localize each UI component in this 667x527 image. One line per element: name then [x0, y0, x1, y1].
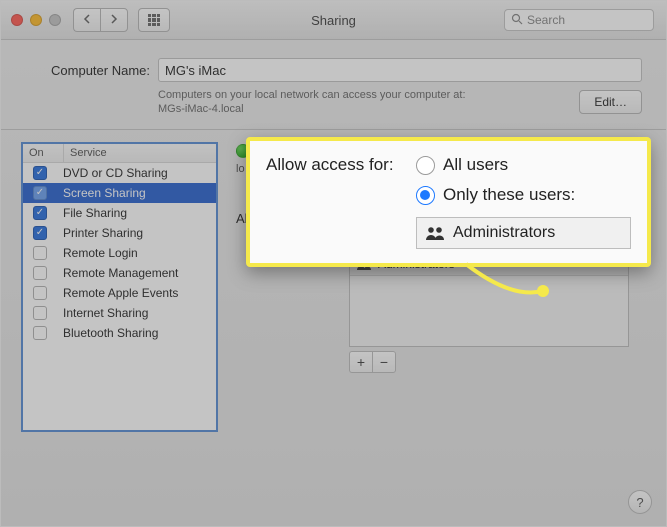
nav-back-forward: [73, 8, 128, 32]
column-on-header: On: [23, 144, 64, 162]
services-table[interactable]: On Service ✓ DVD or CD Sharing ✓ Screen Sha…: [21, 142, 218, 432]
sharing-prefpane-window: Sharing Search Computer Name: MG's iMac …: [0, 0, 667, 527]
search-input[interactable]: Search: [504, 9, 654, 31]
service-name-label: Screen Sharing: [57, 186, 146, 200]
services-header: On Service: [23, 144, 216, 163]
service-checkbox[interactable]: ✓: [33, 226, 47, 240]
service-row[interactable]: ✓ File Sharing: [23, 203, 216, 223]
service-row[interactable]: Remote Management: [23, 263, 216, 283]
forward-button[interactable]: [100, 8, 128, 32]
service-checkbox[interactable]: ✓: [33, 206, 47, 220]
add-user-button[interactable]: +: [349, 351, 372, 373]
chevron-right-icon: [110, 14, 118, 27]
back-button[interactable]: [73, 8, 100, 32]
service-row[interactable]: ✓ Screen Sharing: [23, 183, 216, 203]
service-checkbox[interactable]: ✓: [33, 186, 47, 200]
service-name-label: Remote Login: [57, 246, 138, 260]
service-name-label: Remote Apple Events: [57, 286, 178, 300]
service-row[interactable]: ✓ Printer Sharing: [23, 223, 216, 243]
service-checkbox[interactable]: [33, 326, 47, 340]
service-name-label: File Sharing: [57, 206, 127, 220]
service-name-label: Bluetooth Sharing: [57, 326, 158, 340]
service-row[interactable]: ✓ DVD or CD Sharing: [23, 163, 216, 183]
callout-radio-all-users[interactable]: [416, 156, 435, 175]
service-checkbox[interactable]: ✓: [33, 166, 47, 180]
zoom-window-button[interactable]: [49, 14, 61, 26]
service-row[interactable]: Bluetooth Sharing: [23, 323, 216, 343]
show-all-prefs-button[interactable]: [138, 8, 170, 32]
service-checkbox[interactable]: [33, 246, 47, 260]
callout-radio-all-users-label: All users: [443, 155, 508, 175]
window-titlebar: Sharing Search: [1, 1, 666, 40]
window-controls: [11, 14, 61, 26]
computer-name-label: Computer Name:: [25, 63, 158, 78]
computer-name-section: Computer Name: MG's iMac Computers on yo…: [1, 40, 666, 130]
callout-radio-only-these-users-label: Only these users:: [443, 185, 575, 205]
callout-user-list: Administrators: [416, 217, 631, 249]
service-name-label: Remote Management: [57, 266, 178, 280]
service-name-label: Printer Sharing: [57, 226, 143, 240]
users-group-icon: [425, 226, 445, 240]
service-checkbox[interactable]: [33, 266, 47, 280]
minimize-window-button[interactable]: [30, 14, 42, 26]
search-placeholder: Search: [527, 13, 565, 27]
service-row[interactable]: Internet Sharing: [23, 303, 216, 323]
service-name-label: Internet Sharing: [57, 306, 148, 320]
service-row[interactable]: Remote Apple Events: [23, 283, 216, 303]
callout-radio-only-these-users[interactable]: [416, 186, 435, 205]
user-list-actions: + −: [349, 351, 646, 373]
service-row[interactable]: Remote Login: [23, 243, 216, 263]
annotation-callout: Allow access for: All users Only these u…: [246, 137, 651, 267]
computer-name-subtext: Computers on your local network can acce…: [158, 88, 559, 117]
remove-user-button[interactable]: −: [372, 351, 396, 373]
service-checkbox[interactable]: [33, 306, 47, 320]
search-icon: [511, 13, 523, 28]
callout-user-entry: Administrators: [453, 224, 555, 242]
computer-name-field[interactable]: MG's iMac: [158, 58, 642, 82]
window-title: Sharing: [311, 13, 356, 28]
column-service-header: Service: [64, 144, 216, 162]
service-checkbox[interactable]: [33, 286, 47, 300]
callout-allow-label: Allow access for:: [266, 155, 416, 175]
grid-icon: [148, 14, 160, 26]
service-name-label: DVD or CD Sharing: [57, 166, 168, 180]
edit-hostname-button[interactable]: Edit…: [579, 90, 642, 114]
help-button[interactable]: ?: [628, 490, 652, 514]
chevron-left-icon: [83, 14, 91, 27]
close-window-button[interactable]: [11, 14, 23, 26]
